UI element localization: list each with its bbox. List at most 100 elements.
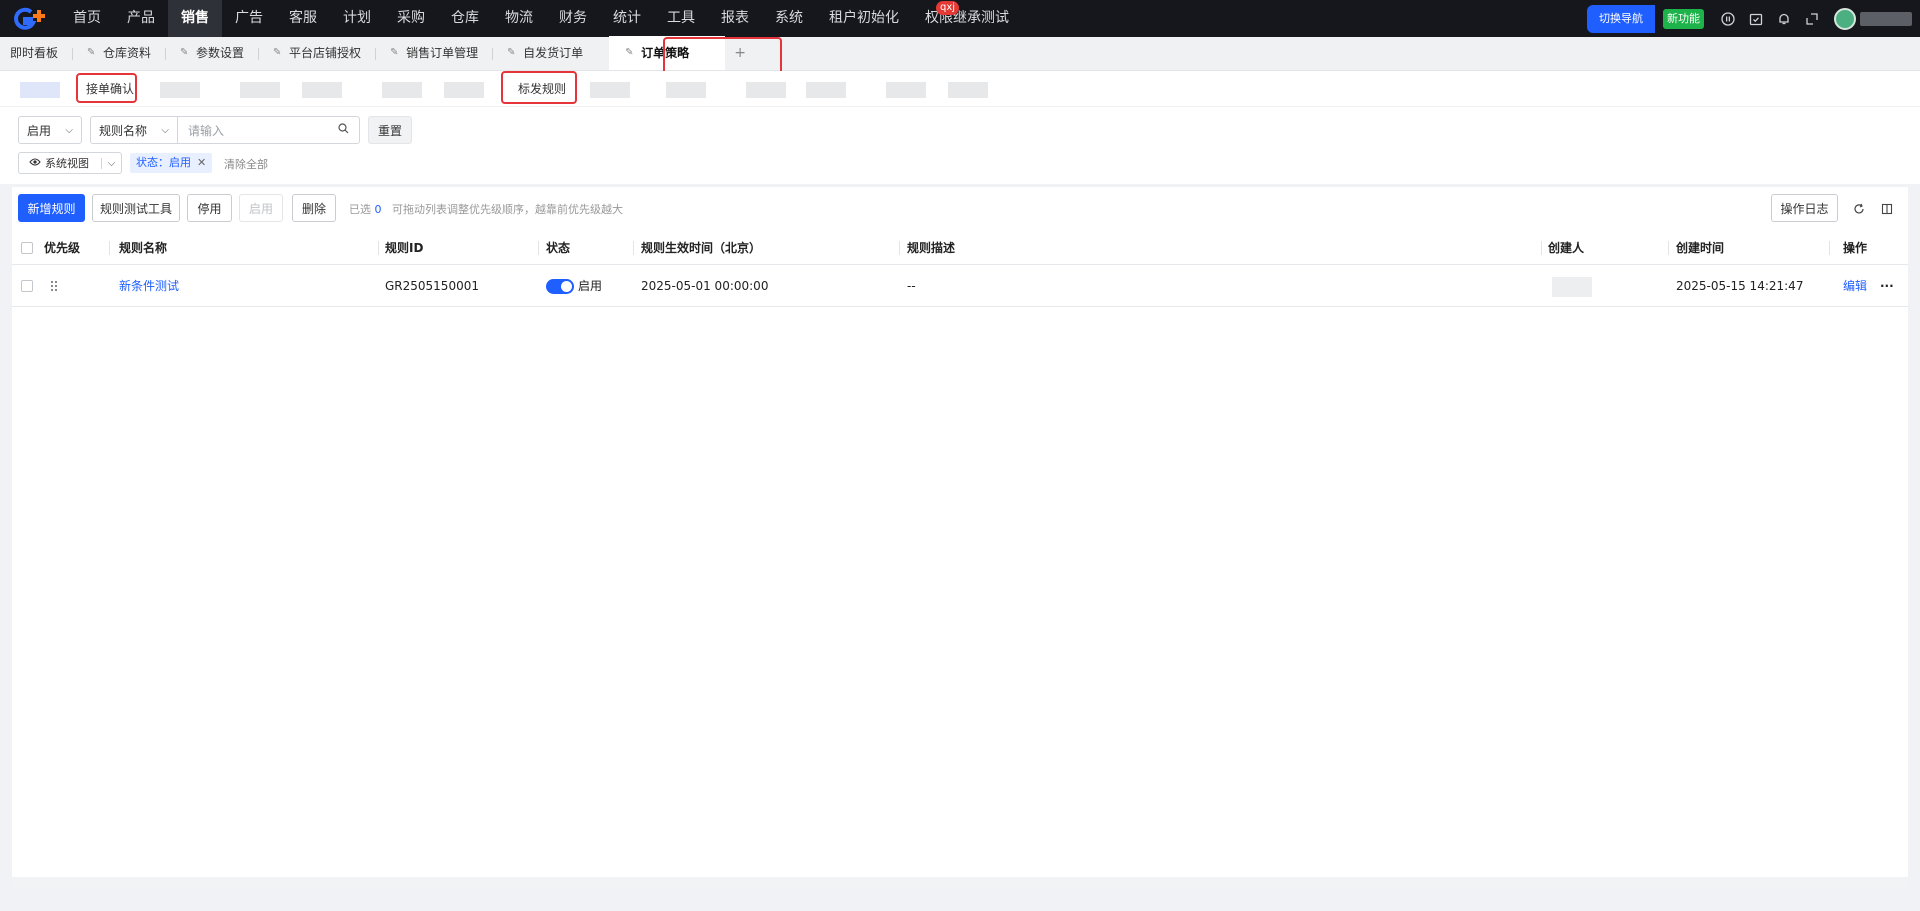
main-menu: 首页 产品 销售 广告 客服 计划 采购 仓库 物流 财务 统计 工具 报表 系… [60,0,1022,37]
selected-count: 0 [374,203,382,216]
operation-log-button[interactable]: 操作日志 [1771,194,1838,222]
redacted-subtab[interactable] [666,82,706,98]
nav-item-warehouse[interactable]: 仓库 [438,0,492,37]
nav-item-statistics[interactable]: 统计 [600,0,654,37]
pin-icon[interactable]: ✎ [507,36,519,70]
reset-button[interactable]: 重置 [368,116,412,144]
column-created-at: 创建时间 [1676,241,1725,255]
pin-icon[interactable]: ✎ [625,36,637,70]
tab-parameter-settings[interactable]: ✎ 参数设置 [166,36,258,70]
pin-icon[interactable]: ✎ [390,36,402,70]
column-divider [1829,241,1830,255]
view-select[interactable]: 系统视图 ⌵ [18,152,122,174]
rule-test-tool-button[interactable]: 规则测试工具 [92,194,180,222]
field-select-value: 规则名称 [99,123,148,138]
new-feature-badge[interactable]: 新功能 [1663,8,1704,29]
edit-link[interactable]: 编辑 [1843,265,1867,307]
status-select[interactable]: 启用 ⌵ [18,116,82,144]
nav-item-ads[interactable]: 广告 [222,0,276,37]
row-checkbox[interactable] [21,280,33,292]
redacted-subtab[interactable] [806,82,846,98]
nav-item-system[interactable]: 系统 [762,0,816,37]
refresh-icon[interactable] [1851,201,1867,217]
column-rule-name: 规则名称 [119,241,168,255]
add-rule-button[interactable]: 新增规则 [18,194,85,222]
created-at: 2025-05-15 14:21:47 [1676,279,1804,293]
disable-button[interactable]: 停用 [187,194,232,222]
redacted-subtab[interactable] [444,82,484,98]
nav-item-logistics[interactable]: 物流 [492,0,546,37]
field-select[interactable]: 规则名称 ⌵ [90,116,178,144]
nav-item-sales[interactable]: 销售 [168,0,222,37]
column-description: 规则描述 [907,241,956,255]
subtab-order-confirm[interactable]: 接单确认 [86,71,134,107]
bell-icon[interactable] [1776,11,1792,27]
tab-store-authorization[interactable]: ✎ 平台店铺授权 [259,36,375,70]
nav-item-product[interactable]: 产品 [114,0,168,37]
pin-icon[interactable]: ✎ [273,36,285,70]
calendar-check-icon[interactable] [1748,11,1764,27]
pause-icon[interactable] [1720,11,1736,27]
redacted-subtab[interactable] [20,82,60,98]
tab-warehouse-data[interactable]: ✎ 仓库资料 [73,36,165,70]
delete-button[interactable]: 删除 [292,194,336,222]
redacted-subtab[interactable] [590,82,630,98]
enable-button[interactable]: 启用 [239,194,283,222]
column-divider [1668,241,1669,255]
nav-item-tenant-init[interactable]: 租户初始化 [816,0,912,37]
redacted-subtab[interactable] [302,82,342,98]
status-filter-tag[interactable]: 状态：启用 ✕ [130,153,213,173]
app-logo[interactable] [0,0,60,37]
tab-sales-order-management[interactable]: ✎ 销售订单管理 [376,36,492,70]
column-divider [538,241,539,255]
nav-item-plan[interactable]: 计划 [330,0,384,37]
columns-icon[interactable] [1879,201,1895,217]
redacted-subtab[interactable] [240,82,280,98]
pin-icon[interactable]: ✎ [87,36,99,70]
nav-item-tools[interactable]: 工具 [654,0,708,37]
close-icon[interactable]: ✕ [197,156,206,169]
drag-handle-icon[interactable] [50,280,58,292]
add-tab-button[interactable]: + [725,36,755,70]
user-avatar[interactable] [1834,7,1856,30]
column-divider [378,241,379,255]
user-name-redacted[interactable] [1860,11,1912,26]
fullscreen-icon[interactable] [1804,11,1820,27]
clear-all-link[interactable]: 清除全部 [224,156,268,172]
redacted-subtab[interactable] [948,82,988,98]
nav-item-home[interactable]: 首页 [60,0,114,37]
redacted-subtab[interactable] [746,82,786,98]
pin-icon[interactable]: ✎ [180,36,192,70]
effective-time: 2025-05-01 00:00:00 [641,279,769,293]
select-all-checkbox[interactable] [21,242,33,254]
rules-panel: 新增规则 规则测试工具 停用 启用 删除 已选 0 可拖动列表调整优先级顺序，越… [12,187,1908,887]
redacted-subtab[interactable] [382,82,422,98]
search-icon[interactable] [338,123,349,137]
subtab-mark-ship-rule[interactable]: 标发规则 [518,71,566,107]
chevron-down-icon[interactable]: ⌵ [101,157,121,169]
more-actions-icon[interactable]: ··· [1880,265,1894,307]
nav-item-reports[interactable]: 报表 [708,0,762,37]
page-tab-bar: 即时看板 ✎ 仓库资料 ✎ 参数设置 ✎ 平台店铺授权 ✎ 销售订单管理 ✎ 自发货订单 … [0,36,1920,71]
nav-item-finance[interactable]: 财务 [546,0,600,37]
chevron-down-icon: ⌵ [161,124,169,136]
tab-self-ship-orders[interactable]: ✎ 自发货订单 [493,36,597,70]
status-toggle[interactable] [546,279,574,294]
nav-item-customer-service[interactable]: 客服 [276,0,330,37]
switch-navigation-button[interactable]: 切换导航 [1587,4,1655,33]
tab-dashboard[interactable]: 即时看板 [0,36,72,70]
search-placeholder: 请输入 [188,123,225,138]
tab-order-strategy[interactable]: ✎ 订单策略 [609,36,726,70]
nav-item-permission-test[interactable]: 权限继承测试 qxj [912,0,1022,37]
redacted-subtab[interactable] [160,82,200,98]
horizontal-scrollbar[interactable] [12,877,1908,887]
column-creator: 创建人 [1548,241,1585,255]
search-input[interactable]: 请输入 [178,116,360,144]
user-badge: qxj [936,1,960,15]
rule-name-link[interactable]: 新条件测试 [119,265,179,307]
table-row[interactable]: 新条件测试 GR2505150001 启用 2025-05-01 00:00:0… [12,265,1908,307]
nav-item-purchase[interactable]: 采购 [384,0,438,37]
column-divider [633,241,634,255]
redacted-subtab[interactable] [886,82,926,98]
column-rule-id: 规则ID [385,241,424,255]
